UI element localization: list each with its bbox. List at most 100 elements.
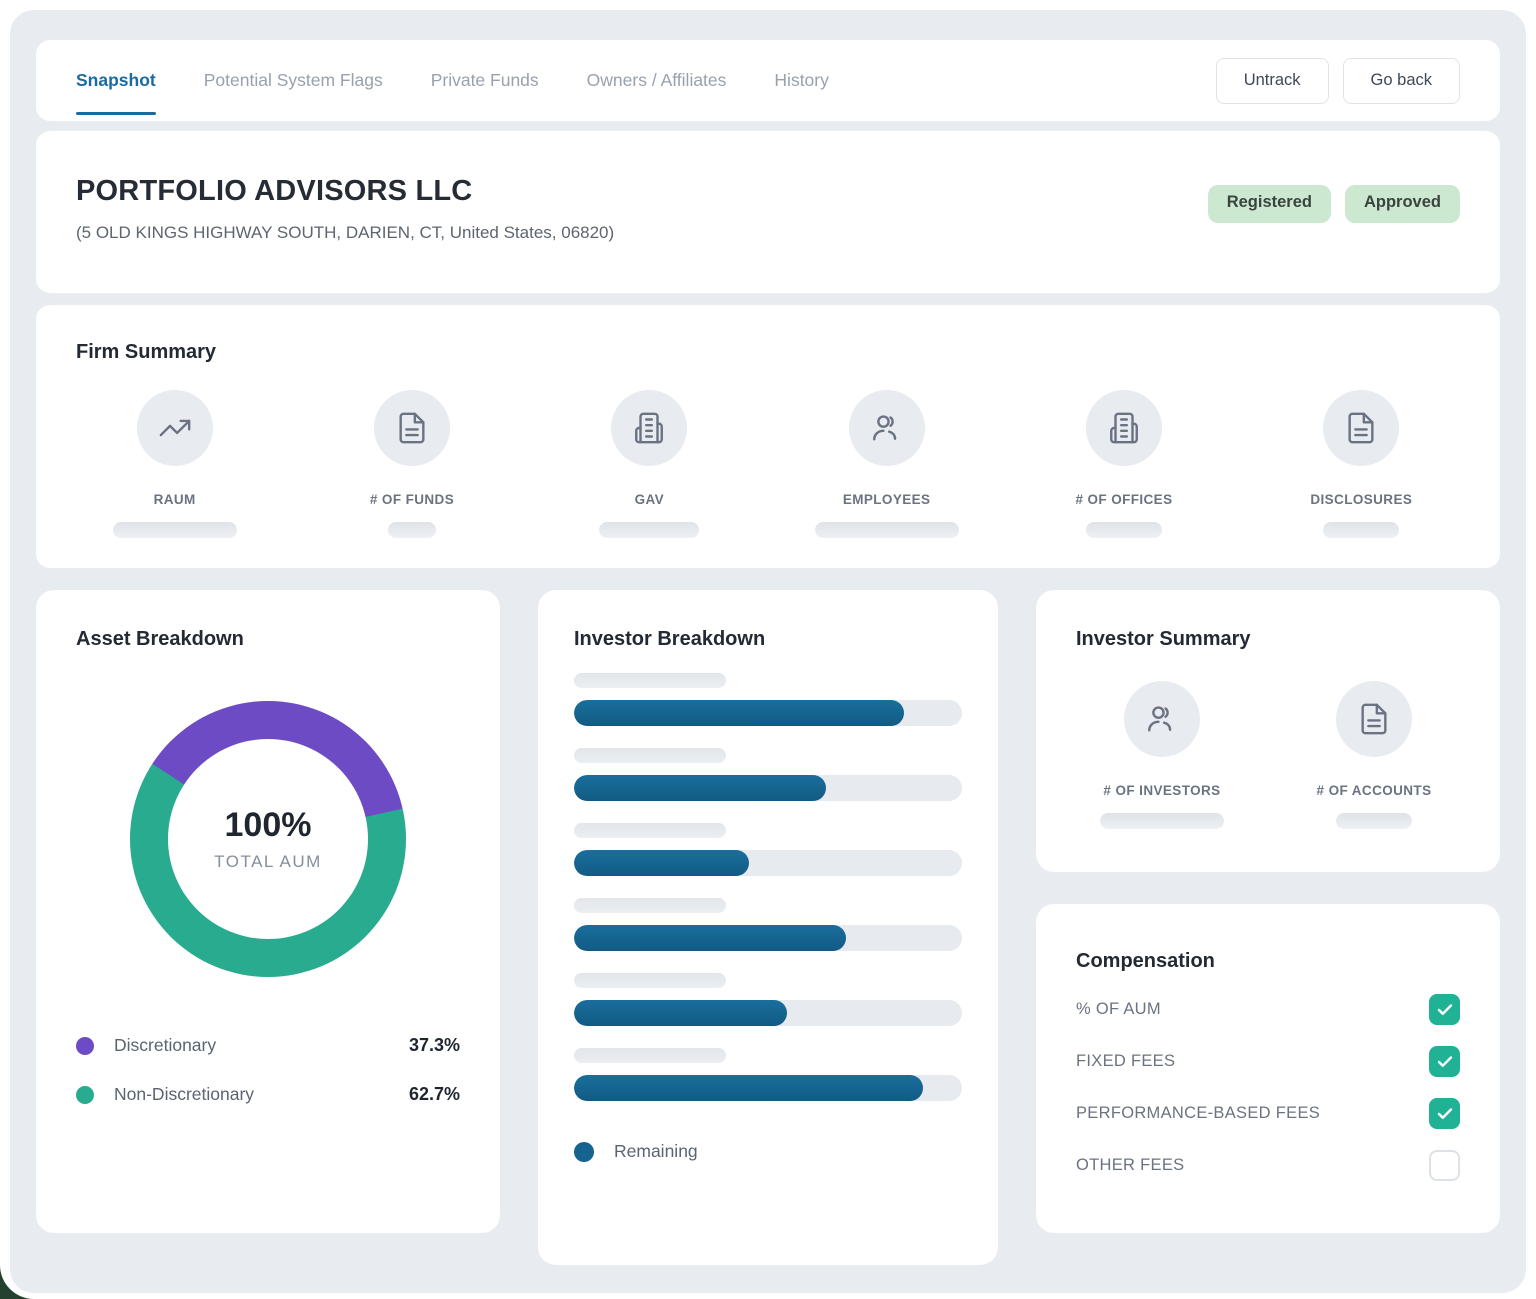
metric-label: DISCLOSURES — [1310, 492, 1412, 507]
approved-badge: Approved — [1345, 185, 1460, 223]
metric-disclosures: DISCLOSURES — [1243, 390, 1480, 538]
investor-bar-group — [574, 823, 962, 876]
loading-value-placeholder — [1336, 813, 1412, 829]
asset-breakdown-card: Asset Breakdown 100% TOTAL AUM Discretio… — [36, 590, 500, 1233]
loading-value-placeholder — [815, 522, 959, 538]
metric-label: GAV — [635, 492, 664, 507]
investor-summary-metrics: # OF INVESTORS # OF ACCOUNTS — [1056, 681, 1480, 829]
loading-value-placeholder — [599, 522, 699, 538]
dashboard-grid: Asset Breakdown 100% TOTAL AUM Discretio… — [36, 590, 1500, 1265]
fixed-fees-checkbox[interactable] — [1429, 1046, 1460, 1077]
bar-track — [574, 1000, 962, 1026]
firm-header-card: PORTFOLIO ADVISORS LLC (5 OLD KINGS HIGH… — [36, 131, 1500, 293]
investor-legend: Remaining — [574, 1141, 962, 1162]
loading-label-placeholder — [574, 748, 726, 763]
app-container: Snapshot Potential System Flags Private … — [10, 10, 1526, 1293]
loading-label-placeholder — [574, 1048, 726, 1063]
metric-label: # OF INVESTORS — [1103, 783, 1220, 798]
tab-potential-system-flags[interactable]: Potential System Flags — [204, 40, 383, 121]
compensation-row-other-fees: OTHER FEES — [1076, 1150, 1460, 1181]
investor-bar-group — [574, 748, 962, 801]
bar-track — [574, 700, 962, 726]
go-back-button[interactable]: Go back — [1343, 58, 1460, 104]
compensation-label: OTHER FEES — [1076, 1156, 1184, 1175]
loading-label-placeholder — [574, 973, 726, 988]
firm-summary-metrics: RAUM # OF FUNDS GAV — [56, 390, 1480, 538]
metric-employees: EMPLOYEES — [768, 390, 1005, 538]
discretionary-dot-icon — [76, 1037, 94, 1055]
metric-label: # OF OFFICES — [1075, 492, 1172, 507]
metric-label: # OF FUNDS — [370, 492, 454, 507]
bar-fill — [574, 850, 749, 876]
non-discretionary-dot-icon — [76, 1086, 94, 1104]
tab-bar: Snapshot Potential System Flags Private … — [76, 40, 829, 121]
bar-track — [574, 775, 962, 801]
metric-label: RAUM — [154, 492, 196, 507]
bar-fill — [574, 700, 904, 726]
firm-address: (5 OLD KINGS HIGHWAY SOUTH, DARIEN, CT, … — [76, 223, 614, 243]
investor-breakdown-card: Investor Breakdown — [538, 590, 998, 1265]
investor-summary-title: Investor Summary — [1076, 628, 1480, 651]
top-nav-bar: Snapshot Potential System Flags Private … — [36, 40, 1500, 121]
metric-num-offices: # OF OFFICES — [1005, 390, 1242, 538]
compensation-label: % OF AUM — [1076, 1000, 1161, 1019]
metric-num-accounts: # OF ACCOUNTS — [1268, 681, 1480, 829]
metric-label: # OF ACCOUNTS — [1317, 783, 1432, 798]
performance-fees-checkbox[interactable] — [1429, 1098, 1460, 1129]
remaining-dot-icon — [574, 1142, 594, 1162]
bar-track — [574, 1075, 962, 1101]
metric-label: EMPLOYEES — [843, 492, 931, 507]
status-badges: Registered Approved — [1208, 185, 1460, 243]
trending-up-icon — [137, 390, 213, 466]
tab-private-funds[interactable]: Private Funds — [431, 40, 539, 121]
other-fees-checkbox[interactable] — [1429, 1150, 1460, 1181]
bar-fill — [574, 775, 826, 801]
investor-bar-group — [574, 973, 962, 1026]
legend-label: Discretionary — [114, 1035, 216, 1056]
metric-num-funds: # OF FUNDS — [293, 390, 530, 538]
tab-history[interactable]: History — [774, 40, 828, 121]
loading-value-placeholder — [388, 522, 436, 538]
legend-label: Non-Discretionary — [114, 1084, 254, 1105]
asset-breakdown-title: Asset Breakdown — [76, 628, 460, 651]
untrack-button[interactable]: Untrack — [1216, 58, 1329, 104]
loading-value-placeholder — [113, 522, 237, 538]
tab-snapshot[interactable]: Snapshot — [76, 40, 156, 121]
document-icon — [374, 390, 450, 466]
legend-label: Remaining — [614, 1141, 698, 1162]
building-icon — [1086, 390, 1162, 466]
loading-label-placeholder — [574, 673, 726, 688]
tab-owners-affiliates[interactable]: Owners / Affiliates — [587, 40, 727, 121]
legend-value: 37.3% — [409, 1035, 460, 1056]
bar-track — [574, 850, 962, 876]
firm-summary-title: Firm Summary — [76, 341, 1480, 364]
compensation-label: FIXED FEES — [1076, 1052, 1175, 1071]
loading-value-placeholder — [1086, 522, 1162, 538]
aum-checkbox[interactable] — [1429, 994, 1460, 1025]
investor-bar-group — [574, 1048, 962, 1101]
firm-summary-card: Firm Summary RAUM # OF FUNDS — [36, 305, 1500, 568]
compensation-row-aum: % OF AUM — [1076, 994, 1460, 1025]
legend-row-discretionary: Discretionary 37.3% — [76, 1035, 460, 1056]
bar-fill — [574, 925, 846, 951]
investor-breakdown-title: Investor Breakdown — [574, 628, 962, 651]
loading-value-placeholder — [1100, 813, 1224, 829]
total-aum-value: 100% — [225, 806, 312, 845]
compensation-row-fixed-fees: FIXED FEES — [1076, 1046, 1460, 1077]
asset-legend: Discretionary 37.3% Non-Discretionary 62… — [76, 1035, 460, 1105]
bar-fill — [574, 1075, 923, 1101]
metric-raum: RAUM — [56, 390, 293, 538]
compensation-row-performance-fees: PERFORMANCE-BASED FEES — [1076, 1098, 1460, 1129]
building-icon — [611, 390, 687, 466]
loading-label-placeholder — [574, 823, 726, 838]
bar-fill — [574, 1000, 787, 1026]
bar-track — [574, 925, 962, 951]
donut-center: 100% TOTAL AUM — [130, 701, 406, 977]
investor-bar-group — [574, 898, 962, 951]
investor-bar-group — [574, 673, 962, 726]
metric-num-investors: # OF INVESTORS — [1056, 681, 1268, 829]
donut-chart-wrap: 100% TOTAL AUM — [76, 701, 460, 977]
users-icon — [849, 390, 925, 466]
document-icon — [1336, 681, 1412, 757]
legend-row-non-discretionary: Non-Discretionary 62.7% — [76, 1084, 460, 1105]
